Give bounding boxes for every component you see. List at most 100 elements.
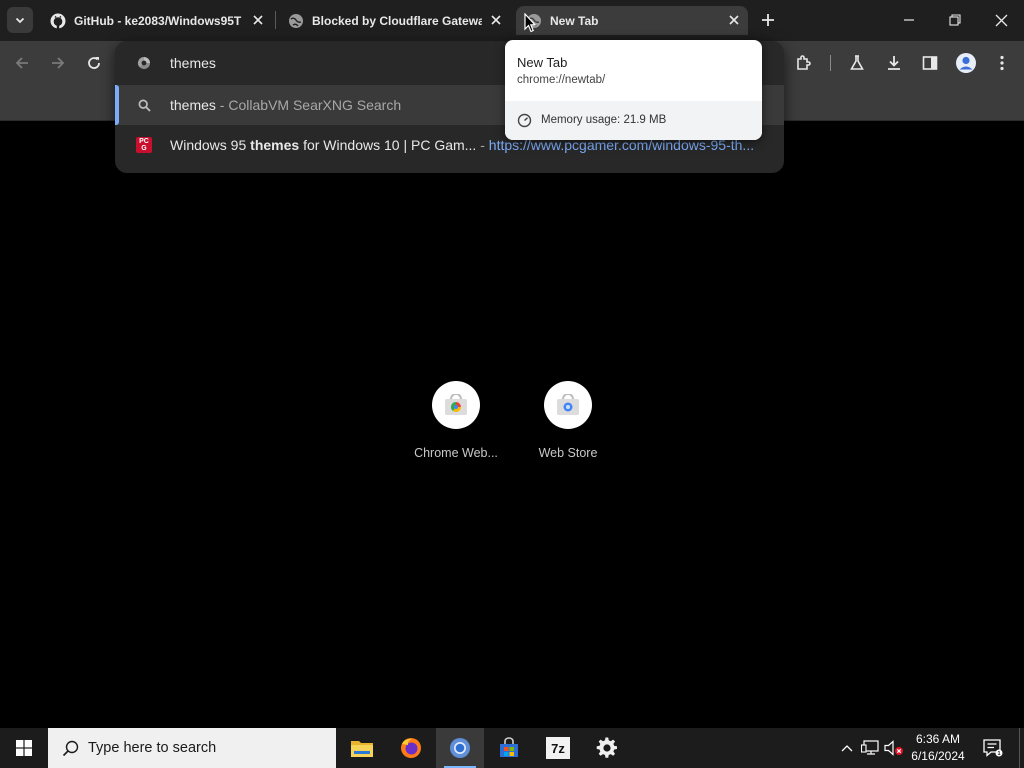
chevron-down-icon: [15, 17, 25, 24]
mouse-cursor-icon: [524, 13, 536, 33]
side-panel-button[interactable]: [916, 49, 944, 77]
suggestion-text: themes - CollabVM SearXNG Search: [170, 97, 401, 113]
selection-indicator: [115, 85, 119, 125]
suggestion-separator: -: [476, 137, 489, 153]
restore-icon: [949, 14, 961, 26]
tab-github[interactable]: GitHub - ke2083/Windows95T: [40, 6, 272, 35]
tab-hover-card: New Tab chrome://newtab/ Memory usage: 2…: [505, 40, 762, 140]
desktop: GitHub - ke2083/Windows95T Blocked by Cl…: [0, 0, 1024, 768]
flask-icon: [850, 55, 864, 70]
network-tray-button[interactable]: [860, 738, 880, 758]
svg-text:1: 1: [997, 751, 1000, 757]
download-icon: [888, 56, 900, 70]
suggestion-title-bold: themes: [250, 137, 300, 153]
memory-usage-text: Memory usage: 21.9 MB: [541, 114, 667, 126]
network-icon: [861, 740, 879, 755]
tab-separator: [275, 11, 276, 29]
volume-muted-icon: [884, 740, 903, 756]
menu-button[interactable]: [988, 49, 1016, 77]
tab-title: Blocked by Cloudflare Gateway: [312, 13, 482, 28]
new-tab-button[interactable]: [756, 8, 780, 32]
back-button[interactable]: [8, 49, 36, 77]
suggestion-title-after: for Windows 10 | PC Gam...: [299, 137, 477, 153]
taskbar-firefox[interactable]: [387, 728, 435, 768]
avatar-icon: [956, 53, 976, 73]
close-tab-icon[interactable]: [250, 12, 266, 28]
taskbar: Type here to search 7z 6:36 AM 6/16/2024…: [0, 728, 1024, 768]
chevron-up-icon: [841, 745, 853, 752]
hover-card-memory: Memory usage: 21.9 MB: [505, 101, 762, 140]
close-tab-icon[interactable]: [488, 12, 504, 28]
omnibox-input[interactable]: themes: [170, 55, 216, 71]
tab-title: New Tab: [550, 13, 599, 28]
github-icon: [50, 13, 66, 29]
tab-strip: GitHub - ke2083/Windows95T Blocked by Cl…: [0, 0, 1024, 41]
show-hidden-icons-button[interactable]: [837, 738, 857, 758]
taskbar-settings[interactable]: [583, 728, 631, 768]
shortcut-chrome-web-store[interactable]: Chrome Web...: [406, 381, 506, 471]
7zip-icon: 7z: [546, 737, 570, 759]
start-button[interactable]: [0, 728, 48, 768]
tab-search-button[interactable]: [7, 7, 33, 33]
hover-card-title: New Tab: [517, 55, 568, 70]
shortcut-label: Web Store: [538, 446, 598, 460]
plus-icon: [762, 14, 774, 26]
suggestion-title-before: Windows 95: [170, 137, 251, 153]
tab-new-tab[interactable]: New Tab: [516, 6, 748, 35]
system-clock[interactable]: 6:36 AM 6/16/2024: [906, 731, 970, 765]
downloads-button[interactable]: [880, 49, 908, 77]
7zip-icon-text: 7z: [551, 740, 565, 756]
extensions-button[interactable]: [790, 49, 818, 77]
pcgamer-favicon: PC G: [135, 136, 153, 154]
restore-button[interactable]: [932, 0, 978, 40]
labs-button[interactable]: [843, 49, 871, 77]
clock-time: 6:36 AM: [915, 732, 961, 746]
forward-button[interactable]: [44, 49, 72, 77]
taskbar-microsoft-store[interactable]: [485, 728, 533, 768]
tab-title: GitHub - ke2083/Windows95T: [74, 13, 242, 28]
windows-logo-icon: [16, 740, 32, 756]
toolbar-divider: [830, 55, 831, 71]
chrome-logo-icon: [135, 54, 153, 72]
suggestion-engine: CollabVM SearXNG Search: [228, 97, 402, 113]
profile-button[interactable]: [952, 49, 980, 77]
file-explorer-icon: [351, 741, 373, 757]
action-center-button[interactable]: 1: [980, 736, 1006, 760]
hover-card-url: chrome://newtab/: [517, 74, 606, 86]
firefox-icon: [401, 738, 421, 758]
chrome-web-store-icon: [432, 381, 480, 429]
taskbar-7zip[interactable]: 7z: [534, 728, 582, 768]
volume-tray-button[interactable]: [884, 738, 904, 758]
taskbar-search-placeholder: Type here to search: [88, 740, 217, 756]
search-icon: [60, 738, 80, 758]
globe-icon: [288, 13, 304, 29]
show-desktop-button[interactable]: [1019, 728, 1024, 768]
close-tab-icon[interactable]: [726, 12, 742, 28]
minimize-icon: [904, 19, 914, 21]
shortcut-label: Chrome Web...: [414, 446, 498, 460]
notification-icon: 1: [983, 739, 1003, 757]
taskbar-chrome[interactable]: [436, 728, 484, 768]
reload-button[interactable]: [80, 49, 108, 77]
close-window-button[interactable]: [978, 0, 1024, 40]
tab-cloudflare[interactable]: Blocked by Cloudflare Gateway: [278, 6, 510, 35]
kebab-menu-icon: [1000, 55, 1004, 71]
puzzle-icon: [797, 55, 811, 70]
suggestion-separator: -: [215, 97, 229, 113]
web-store-icon: [544, 381, 592, 429]
minimize-button[interactable]: [886, 0, 932, 40]
chrome-icon: [450, 738, 470, 758]
arrow-right-icon: [52, 57, 65, 69]
reload-icon: [88, 57, 100, 69]
gauge-icon: [517, 113, 532, 128]
search-icon: [135, 96, 153, 114]
shortcut-web-store[interactable]: Web Store: [518, 381, 618, 471]
close-icon: [995, 14, 1007, 26]
arrow-left-icon: [15, 57, 28, 69]
microsoft-store-icon: [500, 737, 518, 757]
settings-icon: [596, 737, 617, 758]
side-panel-icon: [922, 56, 938, 70]
taskbar-search-box[interactable]: Type here to search: [48, 728, 336, 768]
suggestion-query: themes: [170, 97, 216, 113]
taskbar-file-explorer[interactable]: [338, 728, 386, 768]
